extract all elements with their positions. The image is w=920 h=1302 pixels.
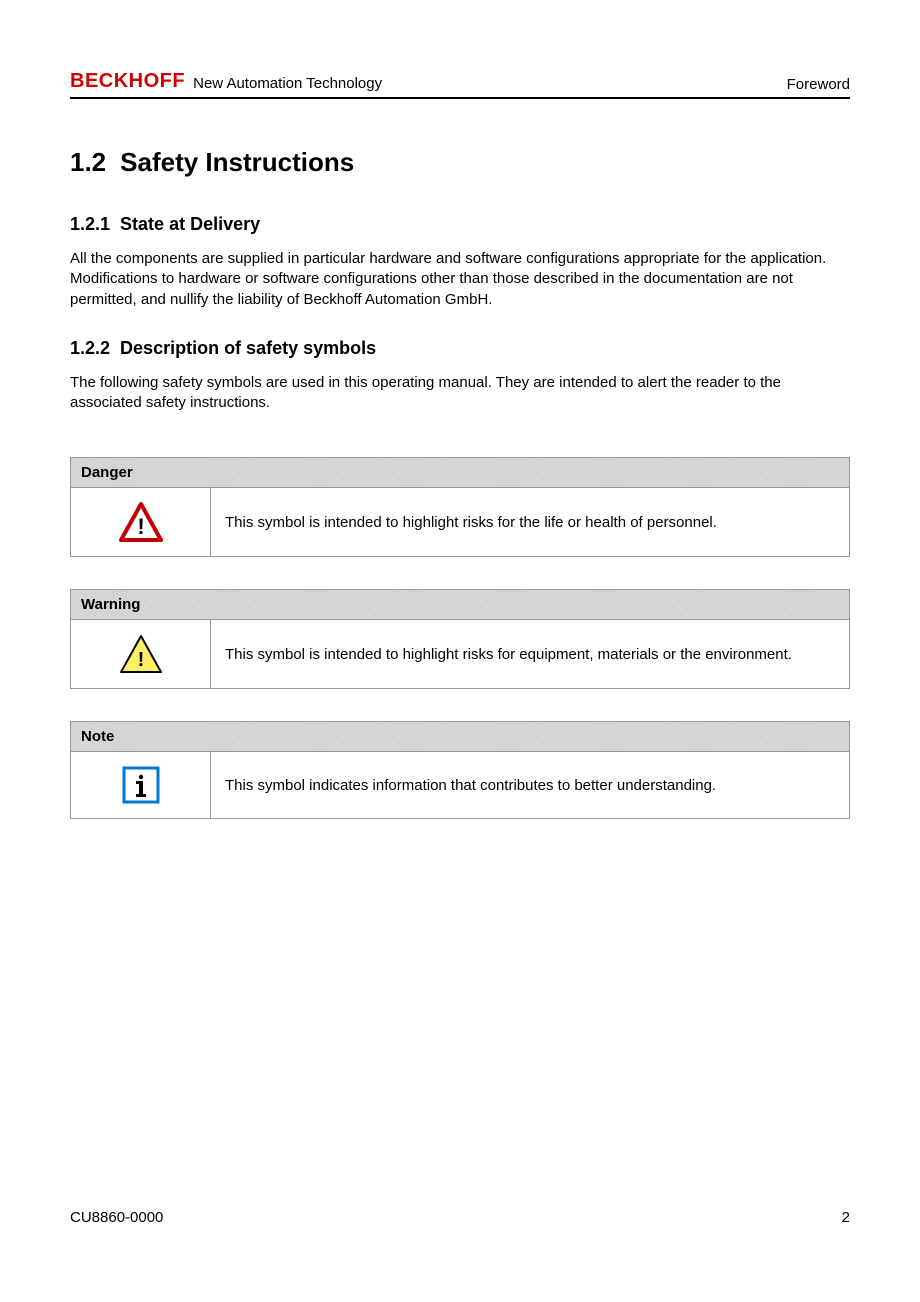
page-number: 2: [842, 1209, 850, 1226]
safety-box-description: This symbol is intended to highlight ris…: [211, 488, 850, 557]
subheading-number: 1.2.1: [70, 214, 110, 234]
brand-tagline: New Automation Technology: [193, 75, 382, 93]
safety-box-label: Danger: [71, 458, 850, 488]
section-label: Foreword: [787, 76, 850, 93]
subheading-state-at-delivery: 1.2.1 State at Delivery: [70, 214, 850, 235]
safety-box-description: This symbol indicates information that c…: [211, 752, 850, 819]
safety-box-warning: Warning ! This symbol is intended to hig…: [70, 589, 850, 689]
danger-icon: !: [71, 488, 211, 557]
body-text: The following safety symbols are used in…: [70, 373, 850, 414]
brand-name: BECKHOFF: [70, 70, 185, 93]
warning-icon: !: [71, 620, 211, 689]
heading-title: Safety Instructions: [120, 147, 354, 177]
safety-box-note: Note This symbol indicates information t…: [70, 721, 850, 819]
subheading-title: State at Delivery: [120, 214, 260, 234]
subheading-title: Description of safety symbols: [120, 338, 376, 358]
svg-text:!: !: [137, 514, 144, 539]
safety-box-label: Note: [71, 722, 850, 752]
subheading-description-of-safety-symbols: 1.2.2 Description of safety symbols: [70, 338, 850, 359]
subheading-number: 1.2.2: [70, 338, 110, 358]
safety-box-label: Warning: [71, 590, 850, 620]
heading-safety-instructions: 1.2 Safety Instructions: [70, 147, 850, 178]
brand-block: BECKHOFF New Automation Technology: [70, 70, 382, 93]
document-id: CU8860-0000: [70, 1209, 163, 1226]
page-footer: CU8860-0000 2: [70, 1209, 850, 1226]
safety-box-description: This symbol is intended to highlight ris…: [211, 620, 850, 689]
note-icon: [71, 752, 211, 819]
page-header: BECKHOFF New Automation Technology Forew…: [70, 70, 850, 99]
safety-box-danger: Danger ! This symbol is intended to high…: [70, 457, 850, 557]
svg-text:!: !: [137, 649, 144, 671]
body-text: All the components are supplied in parti…: [70, 249, 850, 310]
heading-number: 1.2: [70, 147, 106, 177]
